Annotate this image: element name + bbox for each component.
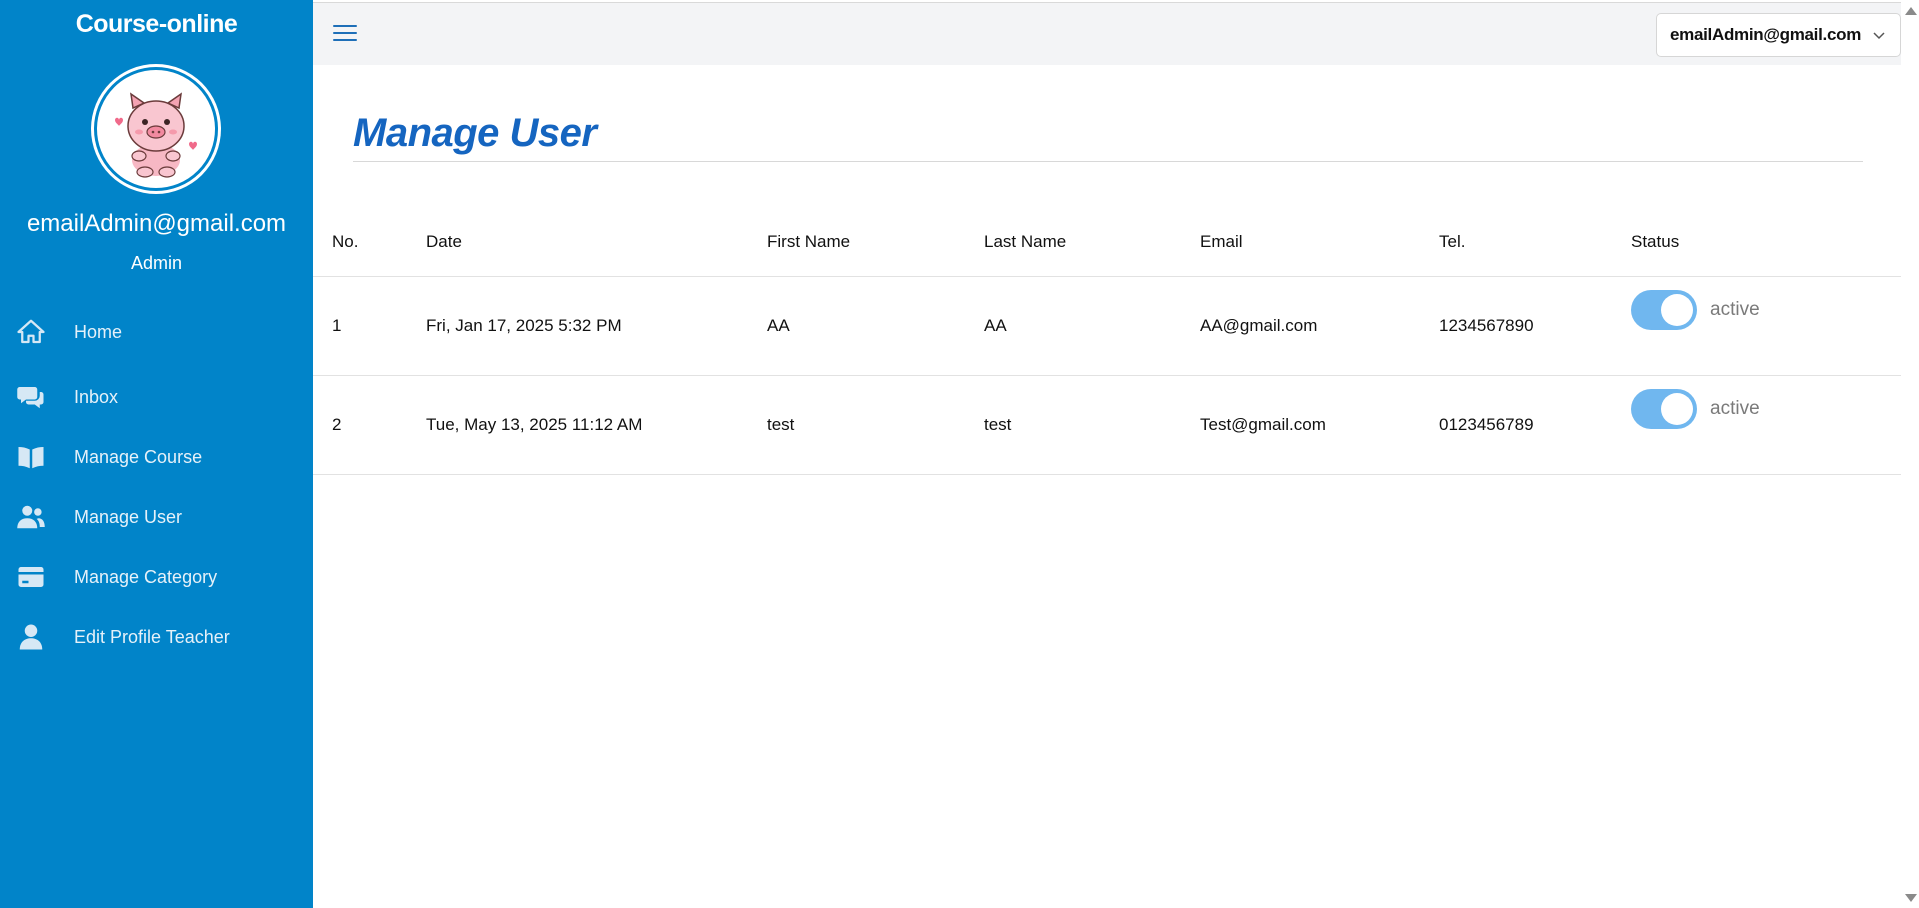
sidebar-item-label: Manage Category	[74, 566, 218, 587]
cell-last-name: AA	[984, 316, 1007, 335]
cell-first-name: AA	[767, 316, 790, 335]
cell-date: Fri, Jan 17, 2025 5:32 PM	[426, 316, 622, 335]
column-header-email: Email	[1200, 232, 1243, 251]
account-dropdown[interactable]: emailAdmin@gmail.com	[1656, 13, 1901, 57]
sidebar-item-label: Home	[74, 321, 123, 342]
toggle-knob	[1661, 393, 1693, 425]
cell-no: 1	[332, 316, 342, 335]
table-header: No. Date First Name Last Name Email Tel.…	[313, 225, 1901, 277]
cell-email: Test@gmail.com	[1200, 415, 1326, 434]
sidebar-item-inbox[interactable]: Inbox	[0, 373, 313, 421]
cell-last-name: test	[984, 415, 1012, 434]
chevron-down-icon	[1873, 32, 1885, 40]
column-header-last-name: Last Name	[984, 232, 1067, 251]
sidebar-item-label: Manage Course	[74, 446, 203, 467]
sidebar: Course-online emailAdmin@gmail.com Admin…	[0, 0, 313, 908]
column-header-tel: Tel.	[1439, 232, 1466, 251]
hamburger-line	[333, 39, 357, 41]
toggle-switch[interactable]	[1631, 389, 1697, 429]
hamburger-line	[333, 25, 357, 27]
cell-tel: 1234567890	[1439, 316, 1534, 335]
column-header-no: No.	[332, 232, 359, 251]
card-icon	[14, 560, 48, 594]
status-toggle[interactable]: active	[1631, 389, 1760, 429]
sidebar-user-role: Admin	[130, 253, 183, 273]
column-header-date: Date	[426, 232, 462, 251]
chat-bubbles-icon	[14, 380, 48, 414]
home-icon	[14, 315, 48, 349]
column-header-status: Status	[1631, 232, 1680, 251]
scroll-down-arrow-icon[interactable]	[1905, 894, 1917, 902]
column-header-first-name: First Name	[767, 232, 851, 251]
menu-toggle-button[interactable]	[333, 25, 357, 45]
sidebar-user-email: emailAdmin@gmail.com	[26, 210, 287, 237]
sidebar-item-label: Inbox	[74, 386, 119, 407]
status-label: active	[1710, 398, 1760, 419]
user-icon	[14, 620, 48, 654]
toggle-knob	[1661, 294, 1693, 326]
avatar	[94, 67, 218, 191]
cell-first-name: test	[767, 415, 795, 434]
sidebar-item-manage-user[interactable]: Manage User	[0, 493, 313, 541]
sidebar-item-manage-category[interactable]: Manage Category	[0, 553, 313, 601]
app-root: Course-online emailAdmin@gmail.com Admin…	[0, 0, 1919, 908]
main-content: Manage User No. Date First Name Last Nam…	[313, 65, 1901, 908]
toggle-switch[interactable]	[1631, 290, 1697, 330]
account-dropdown-label: emailAdmin@gmail.com	[1670, 25, 1862, 44]
table-row: 1 Fri, Jan 17, 2025 5:32 PM AA AA AA@gma…	[313, 277, 1901, 376]
cell-tel: 0123456789	[1439, 415, 1534, 434]
page-title: Manage User	[353, 111, 597, 155]
brand-title: Course-online	[75, 10, 238, 38]
scroll-up-arrow-icon[interactable]	[1905, 7, 1917, 15]
cell-date: Tue, May 13, 2025 11:12 AM	[426, 415, 643, 434]
cell-no: 2	[332, 415, 342, 434]
sidebar-item-manage-course[interactable]: Manage Course	[0, 433, 313, 481]
hamburger-line	[333, 32, 357, 34]
sidebar-item-edit-profile-teacher[interactable]: Edit Profile Teacher	[0, 613, 313, 661]
open-book-icon	[14, 440, 48, 474]
title-divider	[353, 161, 1863, 162]
vertical-scrollbar[interactable]	[1901, 0, 1919, 908]
top-bar: emailAdmin@gmail.com	[313, 2, 1901, 65]
sidebar-item-label: Manage User	[74, 506, 183, 527]
sidebar-item-label: Edit Profile Teacher	[74, 626, 230, 647]
sidebar-item-home[interactable]: Home	[0, 308, 313, 356]
users-icon	[14, 500, 48, 534]
cell-email: AA@gmail.com	[1200, 316, 1318, 335]
table-row: 2 Tue, May 13, 2025 11:12 AM test test T…	[313, 376, 1901, 475]
pig-avatar-icon	[115, 92, 197, 178]
status-toggle[interactable]: active	[1631, 290, 1760, 330]
status-label: active	[1710, 299, 1760, 320]
